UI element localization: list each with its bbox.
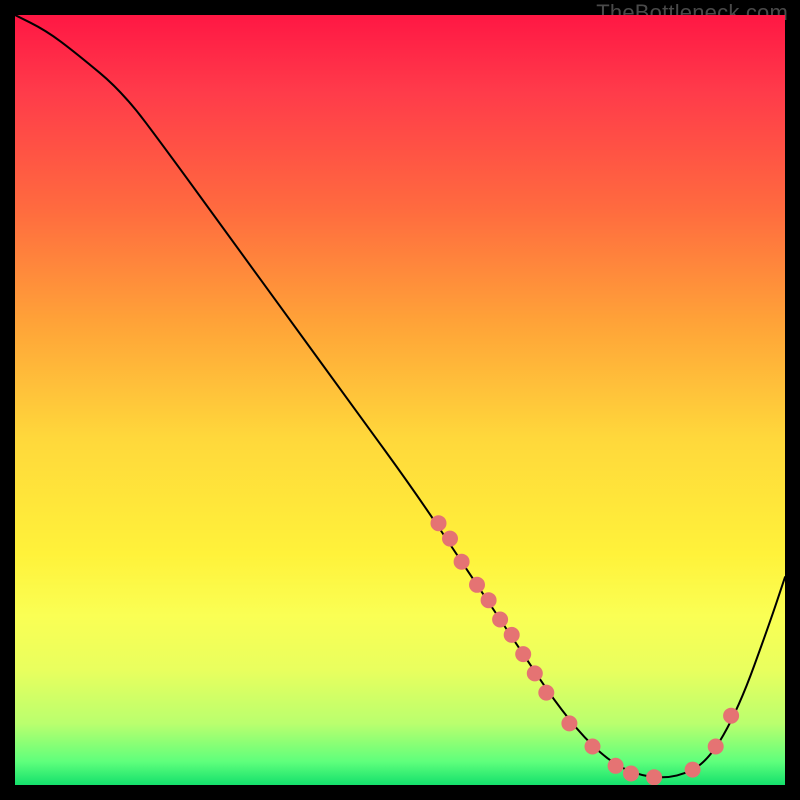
highlighted-point <box>724 708 739 723</box>
highlighted-point <box>493 612 508 627</box>
highlighted-point <box>647 770 662 785</box>
highlighted-point <box>443 531 458 546</box>
highlighted-point <box>562 716 577 731</box>
highlighted-points-group <box>431 516 739 785</box>
bottleneck-curve-line <box>15 15 785 777</box>
highlighted-point <box>504 627 519 642</box>
highlighted-point <box>624 766 639 781</box>
highlighted-point <box>470 577 485 592</box>
highlighted-point <box>527 666 542 681</box>
highlighted-point <box>481 593 496 608</box>
highlighted-point <box>708 739 723 754</box>
highlighted-point <box>431 516 446 531</box>
highlighted-point <box>608 758 623 773</box>
highlighted-point <box>454 554 469 569</box>
chart-svg-layer <box>15 15 785 785</box>
bottleneck-chart <box>15 15 785 785</box>
highlighted-point <box>539 685 554 700</box>
highlighted-point <box>585 739 600 754</box>
highlighted-point <box>516 647 531 662</box>
highlighted-point <box>685 762 700 777</box>
